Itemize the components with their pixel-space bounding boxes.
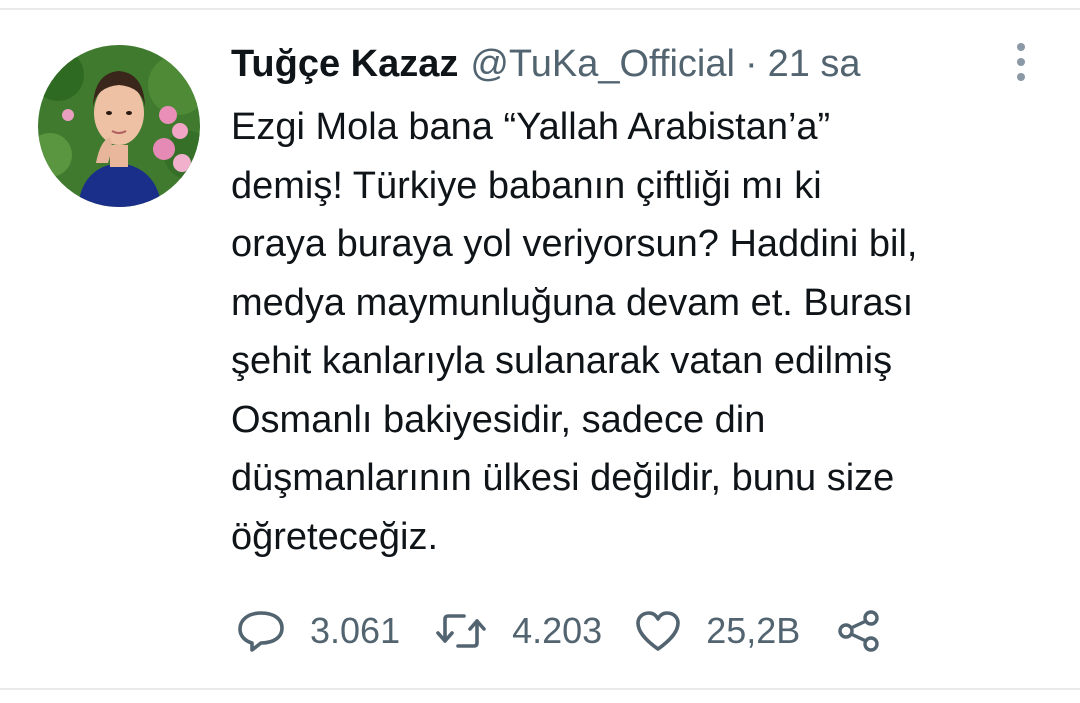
reply-count: 3.061	[310, 610, 401, 651]
retweet-count: 4.203	[512, 610, 603, 651]
tweet-text-line: şehit kanlarıyla sulanarak vatan edilmiş	[231, 340, 893, 382]
bottom-divider	[0, 688, 1080, 690]
tweet-text-line: demiş! Türkiye babanın çiftliği mı ki	[231, 164, 822, 207]
tweet-text-line: medya maymunluğuna devam et. Burası	[231, 281, 914, 324]
tweet-text-line: Ezgi Mola bana “Yallah Arabistan’a”	[231, 106, 831, 148]
tweet-header: Tuğçe Kazaz @TuKa_Official · 21 sa	[231, 40, 1031, 88]
like-button[interactable]: 25,2B	[634, 609, 800, 653]
like-count: 25,2B	[706, 610, 801, 651]
heart-icon	[636, 611, 680, 651]
reply-button[interactable]: 3.061	[236, 609, 400, 653]
tweet-text-line: oraya buraya yol veriyorsun? Haddini bil…	[231, 223, 918, 265]
timestamp[interactable]: 21 sa	[768, 40, 861, 88]
share-icon	[838, 610, 879, 652]
tweet-text-line: Osmanlı bakiyesidir, sadece din	[231, 398, 766, 441]
avatar[interactable]	[38, 45, 200, 207]
share-button[interactable]	[836, 609, 882, 653]
retweet-icon	[436, 614, 486, 648]
user-handle[interactable]: @TuKa_Official	[470, 40, 735, 88]
separator-dot: ·	[744, 43, 758, 85]
retweet-button[interactable]: 4.203	[434, 610, 602, 652]
more-vertical-icon[interactable]	[1006, 40, 1036, 84]
top-divider	[0, 8, 1080, 10]
reply-icon	[238, 611, 284, 652]
tweet-text: Ezgi Mola bana “Yallah Arabistan’a” demi…	[231, 98, 1051, 566]
tweet-actions: 3.061 4.203 25,2B	[236, 604, 882, 658]
tweet-text-line: öğreteceğiz.	[231, 515, 439, 558]
tweet-text-line: düşmanlarının ülkesi değildir, bunu size	[231, 457, 895, 499]
display-name[interactable]: Tuğçe Kazaz	[231, 40, 458, 88]
